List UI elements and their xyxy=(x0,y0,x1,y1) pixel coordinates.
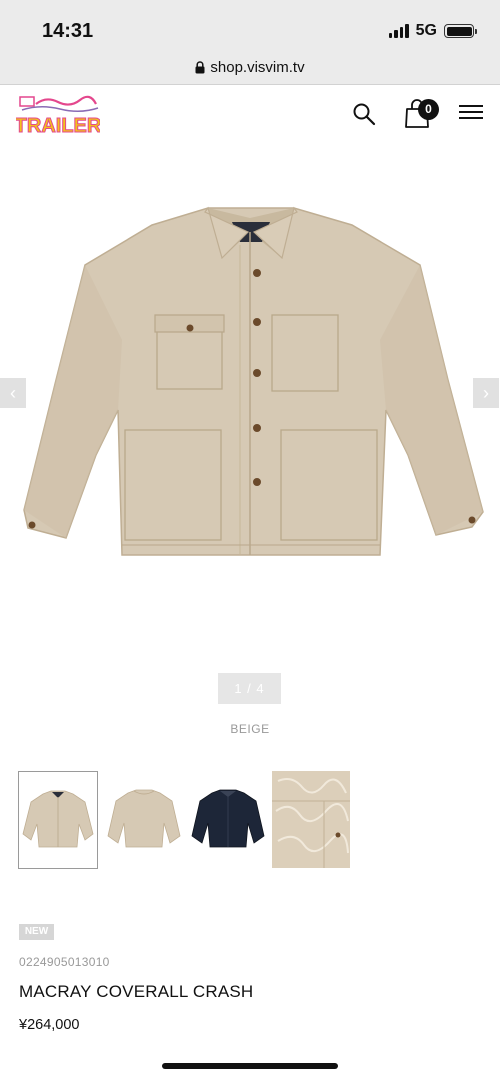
image-counter: 1 / 4 xyxy=(218,673,281,704)
cart-count-badge[interactable]: 0 xyxy=(418,99,439,120)
color-label: BEIGE xyxy=(230,722,270,736)
trailer-logo[interactable]: TRAILER xyxy=(16,94,100,138)
svg-text:TRAILER: TRAILER xyxy=(16,115,100,137)
home-indicator[interactable] xyxy=(162,1063,338,1069)
product-name: MACRAY COVERALL CRASH xyxy=(19,982,254,1001)
lock-icon xyxy=(195,60,205,73)
thumbnail-1[interactable] xyxy=(18,771,98,869)
new-badge: NEW xyxy=(19,924,54,940)
status-time: 14:31 xyxy=(42,20,94,42)
thumbnail-2[interactable] xyxy=(104,771,184,869)
thumbnail-4[interactable] xyxy=(272,771,352,869)
address-bar[interactable]: shop.visvim.tv xyxy=(0,50,500,85)
product-price: ¥264,000 xyxy=(19,1017,80,1033)
product-sku: 0224905013010 xyxy=(19,955,110,969)
hamburger-menu-icon[interactable] xyxy=(459,105,483,119)
network-type: 5G xyxy=(415,22,437,39)
status-icons: 5G xyxy=(388,22,477,40)
previous-image-button[interactable]: ‹ xyxy=(0,378,26,408)
product-main-image[interactable] xyxy=(0,170,500,610)
search-icon[interactable] xyxy=(352,102,376,126)
status-bar: 14:31 5G xyxy=(0,0,500,50)
battery-icon xyxy=(444,24,477,38)
url-text: shop.visvim.tv xyxy=(210,58,305,76)
next-image-button[interactable]: › xyxy=(473,378,499,408)
signal-icon xyxy=(388,24,409,38)
thumbnail-3[interactable] xyxy=(188,771,268,869)
